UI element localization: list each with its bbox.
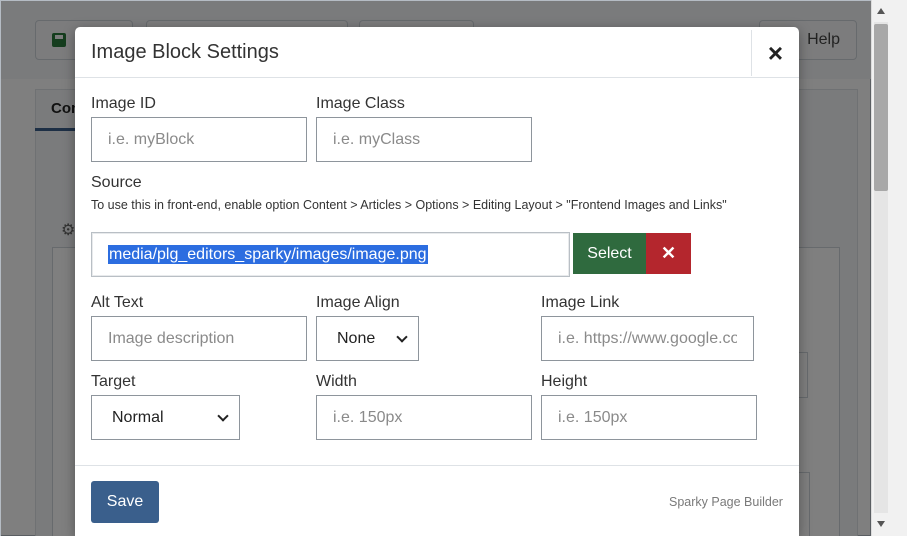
close-icon: ✕ — [660, 243, 677, 263]
source-help-text: To use this in front-end, enable option … — [91, 198, 727, 212]
target-selected: Normal — [112, 408, 164, 426]
alt-text-label: Alt Text — [91, 294, 144, 311]
source-label: Source — [91, 174, 142, 191]
scroll-up-arrow-icon[interactable] — [877, 8, 885, 14]
chevron-down-icon — [217, 409, 229, 422]
image-id-label: Image ID — [91, 95, 156, 112]
height-input[interactable] — [541, 395, 757, 440]
image-align-select[interactable]: None — [316, 316, 419, 361]
alt-text-input[interactable] — [91, 316, 307, 361]
scroll-down-arrow-icon[interactable] — [877, 521, 885, 527]
modal-title: Image Block Settings — [91, 41, 279, 63]
close-icon: × — [767, 37, 784, 68]
target-select[interactable]: Normal — [91, 395, 240, 440]
image-id-input[interactable] — [91, 117, 307, 162]
modal-footer-divider — [75, 465, 799, 466]
width-input[interactable] — [316, 395, 532, 440]
scrollbar-thumb[interactable] — [874, 24, 888, 191]
image-class-input[interactable] — [316, 117, 532, 162]
target-label: Target — [91, 373, 136, 390]
image-link-input[interactable] — [541, 316, 754, 361]
image-block-settings-modal: Image Block Settings × Image ID Image Cl… — [75, 27, 799, 536]
source-input[interactable]: media/plg_editors_sparky/images/image.pn… — [91, 232, 570, 277]
image-class-label: Image Class — [316, 95, 405, 112]
page-scrollbar[interactable] — [871, 0, 907, 536]
brand-label: Sparky Page Builder — [669, 495, 783, 509]
close-button[interactable]: × — [751, 30, 799, 76]
clear-source-button[interactable]: ✕ — [646, 233, 691, 274]
width-label: Width — [316, 373, 357, 390]
modal-header: Image Block Settings × — [75, 27, 799, 78]
save-button[interactable]: Save — [91, 481, 159, 523]
chevron-down-icon — [396, 330, 408, 343]
source-value: media/plg_editors_sparky/images/image.pn… — [108, 245, 428, 264]
height-label: Height — [541, 373, 588, 390]
image-link-label: Image Link — [541, 294, 620, 311]
image-align-selected: None — [337, 329, 376, 347]
select-image-button[interactable]: Select — [573, 233, 646, 274]
image-align-label: Image Align — [316, 294, 400, 311]
